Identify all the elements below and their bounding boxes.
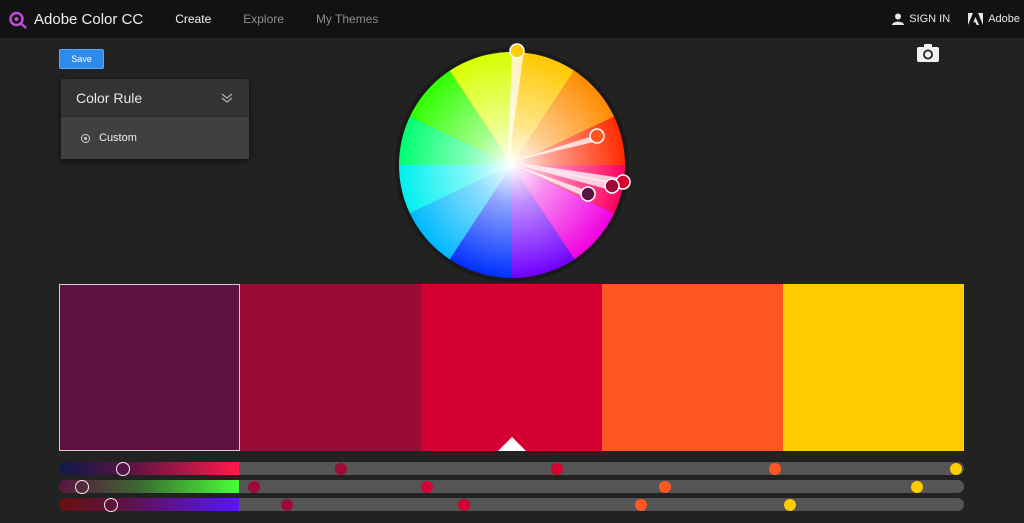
slider-knob[interactable] bbox=[769, 462, 781, 475]
wheel-handle-4[interactable] bbox=[589, 128, 605, 144]
slider-knob-selected[interactable] bbox=[104, 497, 118, 512]
wheel-handle-5[interactable] bbox=[509, 43, 525, 59]
color-wheel-logo-icon bbox=[8, 9, 28, 29]
color-rule-title: Color Rule bbox=[76, 89, 143, 106]
app-title: Adobe Color CC bbox=[34, 10, 144, 28]
swatch-5[interactable] bbox=[783, 284, 964, 451]
slider-knob[interactable] bbox=[635, 498, 647, 511]
account-nav: SIGN IN Adobe bbox=[892, 0, 1020, 38]
adobe-logo-icon bbox=[968, 13, 984, 25]
radio-selected-icon bbox=[81, 133, 90, 143]
sign-in-label: SIGN IN bbox=[909, 13, 951, 25]
slider-row-1 bbox=[59, 461, 964, 476]
main-nav: Create Explore My Themes bbox=[175, 12, 410, 26]
color-rule-option-label: Custom bbox=[99, 132, 137, 144]
color-swatches bbox=[59, 284, 964, 451]
swatch-1[interactable] bbox=[59, 284, 240, 451]
swatch-4[interactable] bbox=[602, 284, 783, 451]
swatch-2[interactable] bbox=[240, 284, 421, 451]
slider-knob[interactable] bbox=[659, 480, 671, 493]
wheel-handle-1[interactable] bbox=[580, 186, 596, 202]
sign-in-link[interactable]: SIGN IN bbox=[892, 13, 950, 25]
slider-gradient[interactable] bbox=[59, 498, 239, 511]
base-color-marker-icon bbox=[497, 437, 526, 451]
nav-create[interactable]: Create bbox=[175, 12, 211, 26]
slider-knob[interactable] bbox=[458, 498, 470, 511]
slider-knob[interactable] bbox=[784, 498, 796, 511]
adobe-link[interactable]: Adobe bbox=[968, 13, 1020, 25]
color-rule-option-custom[interactable]: Custom bbox=[61, 117, 249, 159]
slider-knob[interactable] bbox=[421, 480, 433, 493]
slider-gradient[interactable] bbox=[59, 462, 239, 475]
slider-knob[interactable] bbox=[248, 480, 260, 493]
top-nav-bar: Adobe Color CC Create Explore My Themes … bbox=[0, 0, 1024, 38]
slider-row-2 bbox=[59, 479, 964, 494]
app-logo[interactable]: Adobe Color CC bbox=[8, 9, 143, 29]
slider-knob[interactable] bbox=[551, 462, 563, 475]
camera-icon[interactable] bbox=[917, 44, 939, 62]
slider-knob[interactable] bbox=[281, 498, 293, 511]
nav-explore[interactable]: Explore bbox=[243, 12, 284, 26]
nav-my-themes[interactable]: My Themes bbox=[316, 12, 378, 26]
wheel-handle-2[interactable] bbox=[604, 178, 620, 194]
double-chevron-down-icon bbox=[221, 92, 233, 103]
adobe-label: Adobe bbox=[988, 13, 1020, 25]
slider-knob[interactable] bbox=[335, 462, 347, 475]
save-button[interactable]: Save bbox=[59, 49, 104, 69]
color-rule-panel: Color Rule Custom bbox=[61, 79, 249, 159]
slider-row-3 bbox=[59, 497, 964, 512]
slider-knob[interactable] bbox=[950, 462, 962, 475]
color-wheel[interactable] bbox=[395, 38, 633, 282]
slider-knob[interactable] bbox=[911, 480, 923, 493]
color-rule-dropdown[interactable]: Color Rule bbox=[61, 79, 249, 117]
swatch-3[interactable] bbox=[421, 284, 602, 451]
slider-knob-selected[interactable] bbox=[116, 461, 130, 476]
slider-knob-selected[interactable] bbox=[75, 479, 89, 494]
user-icon bbox=[892, 13, 905, 25]
